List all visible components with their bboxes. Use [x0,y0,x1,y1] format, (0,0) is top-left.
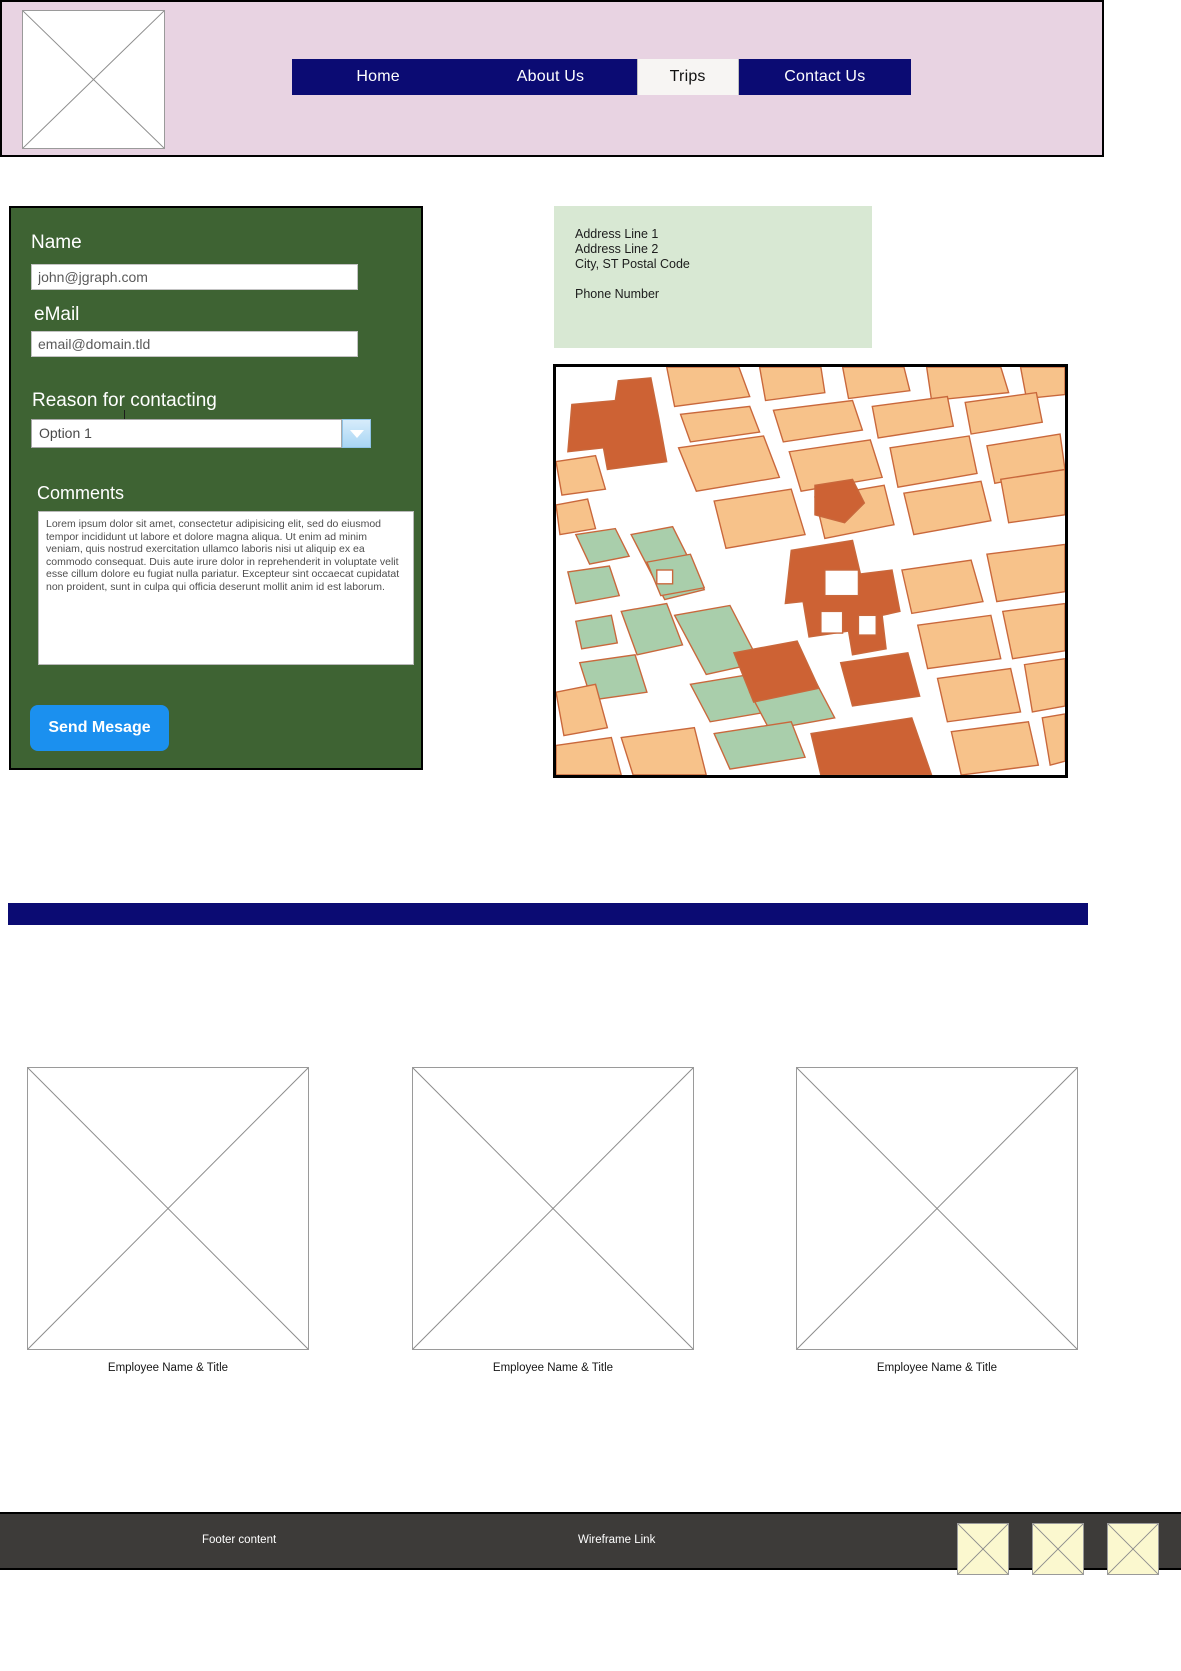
reason-select[interactable]: Option 1 [31,419,371,448]
placeholder-cross-icon [1108,1524,1158,1574]
email-label: eMail [34,304,80,325]
nav-item-trips[interactable]: Trips [636,59,739,95]
main-navigation[interactable]: Home About Us Trips Contact Us [292,59,911,95]
nav-item-about-us[interactable]: About Us [464,59,636,95]
logo-placeholder[interactable] [22,10,165,149]
employee-card-1: Employee Name & Title [27,1067,309,1374]
site-footer: Footer content Wireframe Link [0,1512,1181,1575]
employee-photo-placeholder-3[interactable] [796,1067,1078,1350]
footer-wireframe-link[interactable]: Wireframe Link [578,1534,655,1546]
nav-label-home: Home [356,68,400,85]
email-input[interactable] [31,331,358,357]
site-header: Home About Us Trips Contact Us [0,0,1104,157]
nav-label-about-us: About Us [516,68,585,85]
employee-card-2: Employee Name & Title [412,1067,694,1374]
employee-label-1: Employee Name & Title [107,1362,229,1374]
comments-label: Comments [37,483,125,503]
address-card: Address Line 1 Address Line 2 City, ST P… [554,206,872,348]
reason-select-value[interactable]: Option 1 [31,419,342,448]
nav-label-contact-us: Contact Us [784,68,866,85]
map-illustration [556,367,1065,775]
address-line-3: City, ST Postal Code [575,257,690,271]
nav-item-contact-us[interactable]: Contact Us [739,59,911,95]
placeholder-cross-icon [958,1524,1008,1574]
contact-form-panel: Name eMail Reason for contacting Option … [9,206,423,770]
footer-thumb-1[interactable] [957,1523,1009,1575]
footer-thumb-2[interactable] [1032,1523,1084,1575]
employee-label-2: Employee Name & Title [492,1362,614,1374]
address-line-2: Address Line 2 [575,242,659,256]
placeholder-cross-icon [413,1068,693,1349]
nav-item-home[interactable]: Home [292,59,464,95]
wireframe-page: Home About Us Trips Contact Us Name eMai… [0,0,1181,1671]
nav-label-trips: Trips [669,68,706,85]
location-map[interactable] [553,364,1068,778]
comments-textarea[interactable]: Lorem ipsum dolor sit amet, consectetur … [38,511,414,665]
placeholder-cross-icon [797,1068,1077,1349]
placeholder-cross-icon [23,11,164,148]
name-input[interactable] [31,264,358,290]
footer-thumbnails [957,1523,1159,1575]
chevron-down-icon [349,429,364,438]
name-label: Name [31,232,82,253]
send-message-label: Send Mesage [48,719,151,736]
employee-photo-placeholder-1[interactable] [27,1067,309,1350]
footer-thumb-3[interactable] [1107,1523,1159,1575]
send-message-button[interactable]: Send Mesage [30,705,169,751]
reason-label: Reason for contacting [32,390,217,411]
reason-select-toggle[interactable] [342,419,371,448]
employee-label-3: Employee Name & Title [876,1362,998,1374]
placeholder-cross-icon [1033,1524,1083,1574]
phone-number: Phone Number [575,287,660,301]
placeholder-cross-icon [28,1068,308,1349]
navy-divider-bar [8,903,1088,925]
footer-content-label: Footer content [202,1534,277,1546]
address-line-1: Address Line 1 [575,227,659,241]
employee-photo-placeholder-2[interactable] [412,1067,694,1350]
employee-card-3: Employee Name & Title [796,1067,1078,1374]
address-spacer [575,272,872,287]
